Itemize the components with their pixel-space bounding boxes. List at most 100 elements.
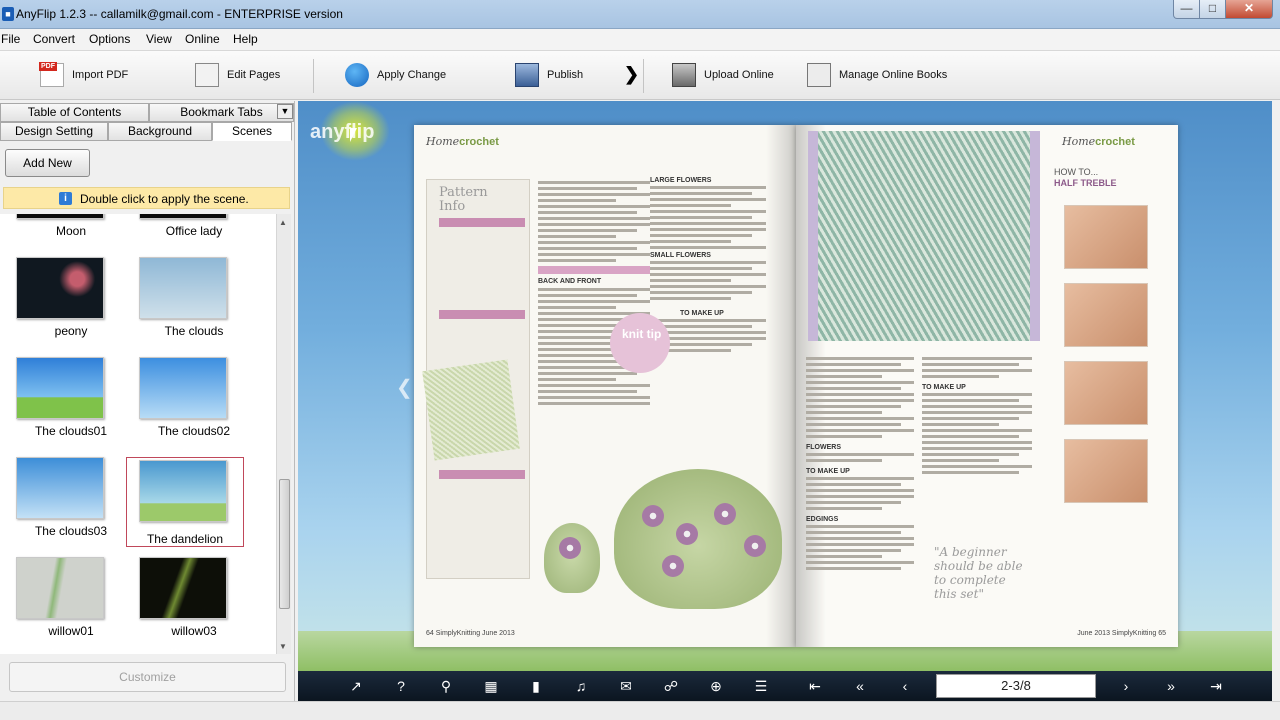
prev-page-arrow-icon[interactable]: ❮ — [396, 375, 413, 400]
magazine-brand-left: Homecrochet — [426, 135, 499, 148]
scene-the-clouds[interactable]: The clouds — [136, 254, 252, 342]
heading-half-treble: HALF TREBLE — [1054, 178, 1117, 188]
first-page-icon[interactable]: ⇤ — [805, 677, 825, 695]
manage-online-books-label: Manage Online Books — [839, 69, 948, 81]
refresh-icon — [345, 63, 369, 87]
social-share-icon[interactable]: ☍ — [661, 677, 681, 695]
book-page-right[interactable]: Homecrochet HOW TO... HALF TREBLE FLOWER… — [796, 125, 1178, 647]
thumbnails-icon[interactable]: ▦ — [481, 677, 501, 695]
scene-caption: The clouds02 — [157, 424, 231, 438]
menu-convert[interactable]: Convert — [33, 32, 75, 46]
viewer-toolbar: ↗ ? ⚲ ▦ ▮ ♫ ✉ ☍ ⊕ ☰ ⇤ « ‹ 2-3/8 › » ⇥ — [298, 671, 1272, 701]
menu-options[interactable]: Options — [89, 32, 130, 46]
customize-button[interactable]: Customize — [9, 662, 286, 692]
heading-to-make-up-right-2: TO MAKE UP — [922, 384, 966, 391]
pattern-info-title-line1: Pattern — [439, 185, 488, 200]
pull-quote: "A beginner should be able to complete t… — [934, 545, 1023, 601]
tab-bookmark-tabs[interactable]: Bookmark Tabs — [149, 103, 294, 122]
scroll-up-icon[interactable]: ▲ — [279, 218, 287, 227]
upload-online-button[interactable]: Upload Online — [672, 51, 774, 99]
apply-change-button[interactable]: Apply Change — [345, 51, 446, 99]
scene-moon[interactable]: Moon — [13, 214, 129, 242]
next-page-icon[interactable]: › — [1116, 677, 1136, 695]
scene-caption: Moon — [55, 224, 87, 238]
scrollbar-thumb[interactable] — [279, 479, 290, 609]
flipbook-preview: anyflip ❮ ❯ Homecrochet Pattern Info BAC… — [298, 101, 1272, 671]
upload-icon — [672, 63, 696, 87]
flower-decoration — [559, 537, 581, 559]
search-icon[interactable]: ⚲ — [436, 677, 456, 695]
share-out-icon[interactable]: ↗ — [346, 677, 366, 695]
tab-background[interactable]: Background — [108, 122, 212, 141]
scene-office-lady[interactable]: Office lady — [136, 214, 252, 242]
import-pdf-button[interactable]: Import PDF — [39, 51, 128, 99]
heading-large-flowers: LARGE FLOWERS — [650, 177, 712, 184]
menu-file[interactable]: File — [1, 32, 20, 46]
app-icon: ■ — [2, 7, 14, 21]
toolbar-separator — [313, 59, 314, 93]
text-column: FLOWERS TO MAKE UP EDGINGS — [806, 357, 914, 573]
scene-list-scrollbar[interactable]: ▲ ▼ — [276, 214, 291, 654]
menu-online[interactable]: Online — [185, 32, 220, 46]
heading-edgings: EDGINGS — [806, 516, 839, 523]
previous-page-icon[interactable]: ‹ — [895, 677, 915, 695]
page-indicator[interactable]: 2-3/8 — [936, 674, 1096, 698]
scene-willow01[interactable]: willow01 — [13, 554, 129, 642]
scene-caption: peony — [54, 324, 88, 338]
tab-scenes[interactable]: Scenes — [212, 122, 292, 141]
scene-willow03[interactable]: willow03 — [136, 554, 252, 642]
text-column: TO MAKE UP — [922, 357, 1032, 477]
apply-change-label: Apply Change — [377, 69, 447, 81]
flower-decoration — [744, 535, 766, 557]
edit-pages-button[interactable]: Edit Pages — [195, 51, 280, 99]
chevron-right-icon[interactable]: ❯ — [624, 64, 639, 85]
sound-icon[interactable]: ♫ — [571, 677, 591, 695]
manage-online-books-button[interactable]: Manage Online Books — [807, 51, 947, 99]
publish-label: Publish — [547, 69, 584, 81]
scene-the-dandelion[interactable]: The dandelion — [126, 457, 244, 547]
anyflip-logo: anyflip — [310, 121, 375, 143]
tab-design-setting[interactable]: Design Setting — [0, 122, 108, 141]
previous-spread-icon[interactable]: « — [850, 677, 870, 695]
tab-dropdown-arrow-icon[interactable]: ▼ — [277, 104, 293, 119]
scene-the-clouds01[interactable]: The clouds01 — [13, 354, 129, 442]
table-of-contents-icon[interactable]: ☰ — [751, 677, 771, 695]
brand-script: Home — [1062, 135, 1096, 148]
heading-to-make-up-right: TO MAKE UP — [806, 468, 850, 475]
status-bar — [0, 701, 1280, 720]
scene-thumbnail — [16, 257, 104, 319]
magazine-brand-right: Homecrochet — [1062, 135, 1135, 148]
toolbar-separator — [643, 59, 644, 93]
tab-table-of-contents[interactable]: Table of Contents — [0, 103, 149, 122]
scene-caption: Office lady — [165, 224, 223, 238]
minimize-button[interactable]: — — [1173, 0, 1200, 19]
last-page-icon[interactable]: ⇥ — [1206, 677, 1226, 695]
flower-decoration — [676, 523, 698, 545]
section-bar — [439, 218, 525, 227]
section-bar — [439, 470, 525, 479]
bookmark-icon[interactable]: ▮ — [526, 677, 546, 695]
maximize-button[interactable]: □ — [1199, 0, 1226, 19]
scroll-down-icon[interactable]: ▼ — [279, 642, 287, 651]
title-bar: ■ AnyFlip 1.2.3 -- callamilk@gmail.com -… — [0, 0, 1280, 29]
knit-tip-label: knit tip — [622, 327, 662, 341]
help-icon[interactable]: ? — [391, 677, 411, 695]
close-button[interactable]: ✕ — [1225, 0, 1273, 19]
add-new-button[interactable]: Add New — [5, 149, 90, 177]
page-folio-left: 64 SimplyKnitting June 2013 — [426, 630, 515, 637]
publish-button[interactable]: Publish — [515, 51, 583, 99]
menu-view[interactable]: View — [146, 32, 172, 46]
scene-peony[interactable]: peony — [13, 254, 129, 342]
text-column: LARGE FLOWERS SMALL FLOWERS TO MAKE UP — [650, 177, 766, 355]
book-page-left[interactable]: Homecrochet Pattern Info BACK AND FRONT — [414, 125, 796, 647]
zoom-in-icon[interactable]: ⊕ — [706, 677, 726, 695]
next-spread-icon[interactable]: » — [1161, 677, 1181, 695]
email-icon[interactable]: ✉ — [616, 677, 636, 695]
pdf-icon — [39, 62, 64, 87]
menu-help[interactable]: Help — [233, 32, 258, 46]
scene-the-clouds02[interactable]: The clouds02 — [136, 354, 252, 442]
scene-the-clouds03[interactable]: The clouds03 — [13, 454, 129, 542]
mouse-cursor-icon — [350, 128, 357, 142]
edit-pages-icon — [195, 63, 219, 87]
scene-thumbnail — [139, 357, 227, 419]
